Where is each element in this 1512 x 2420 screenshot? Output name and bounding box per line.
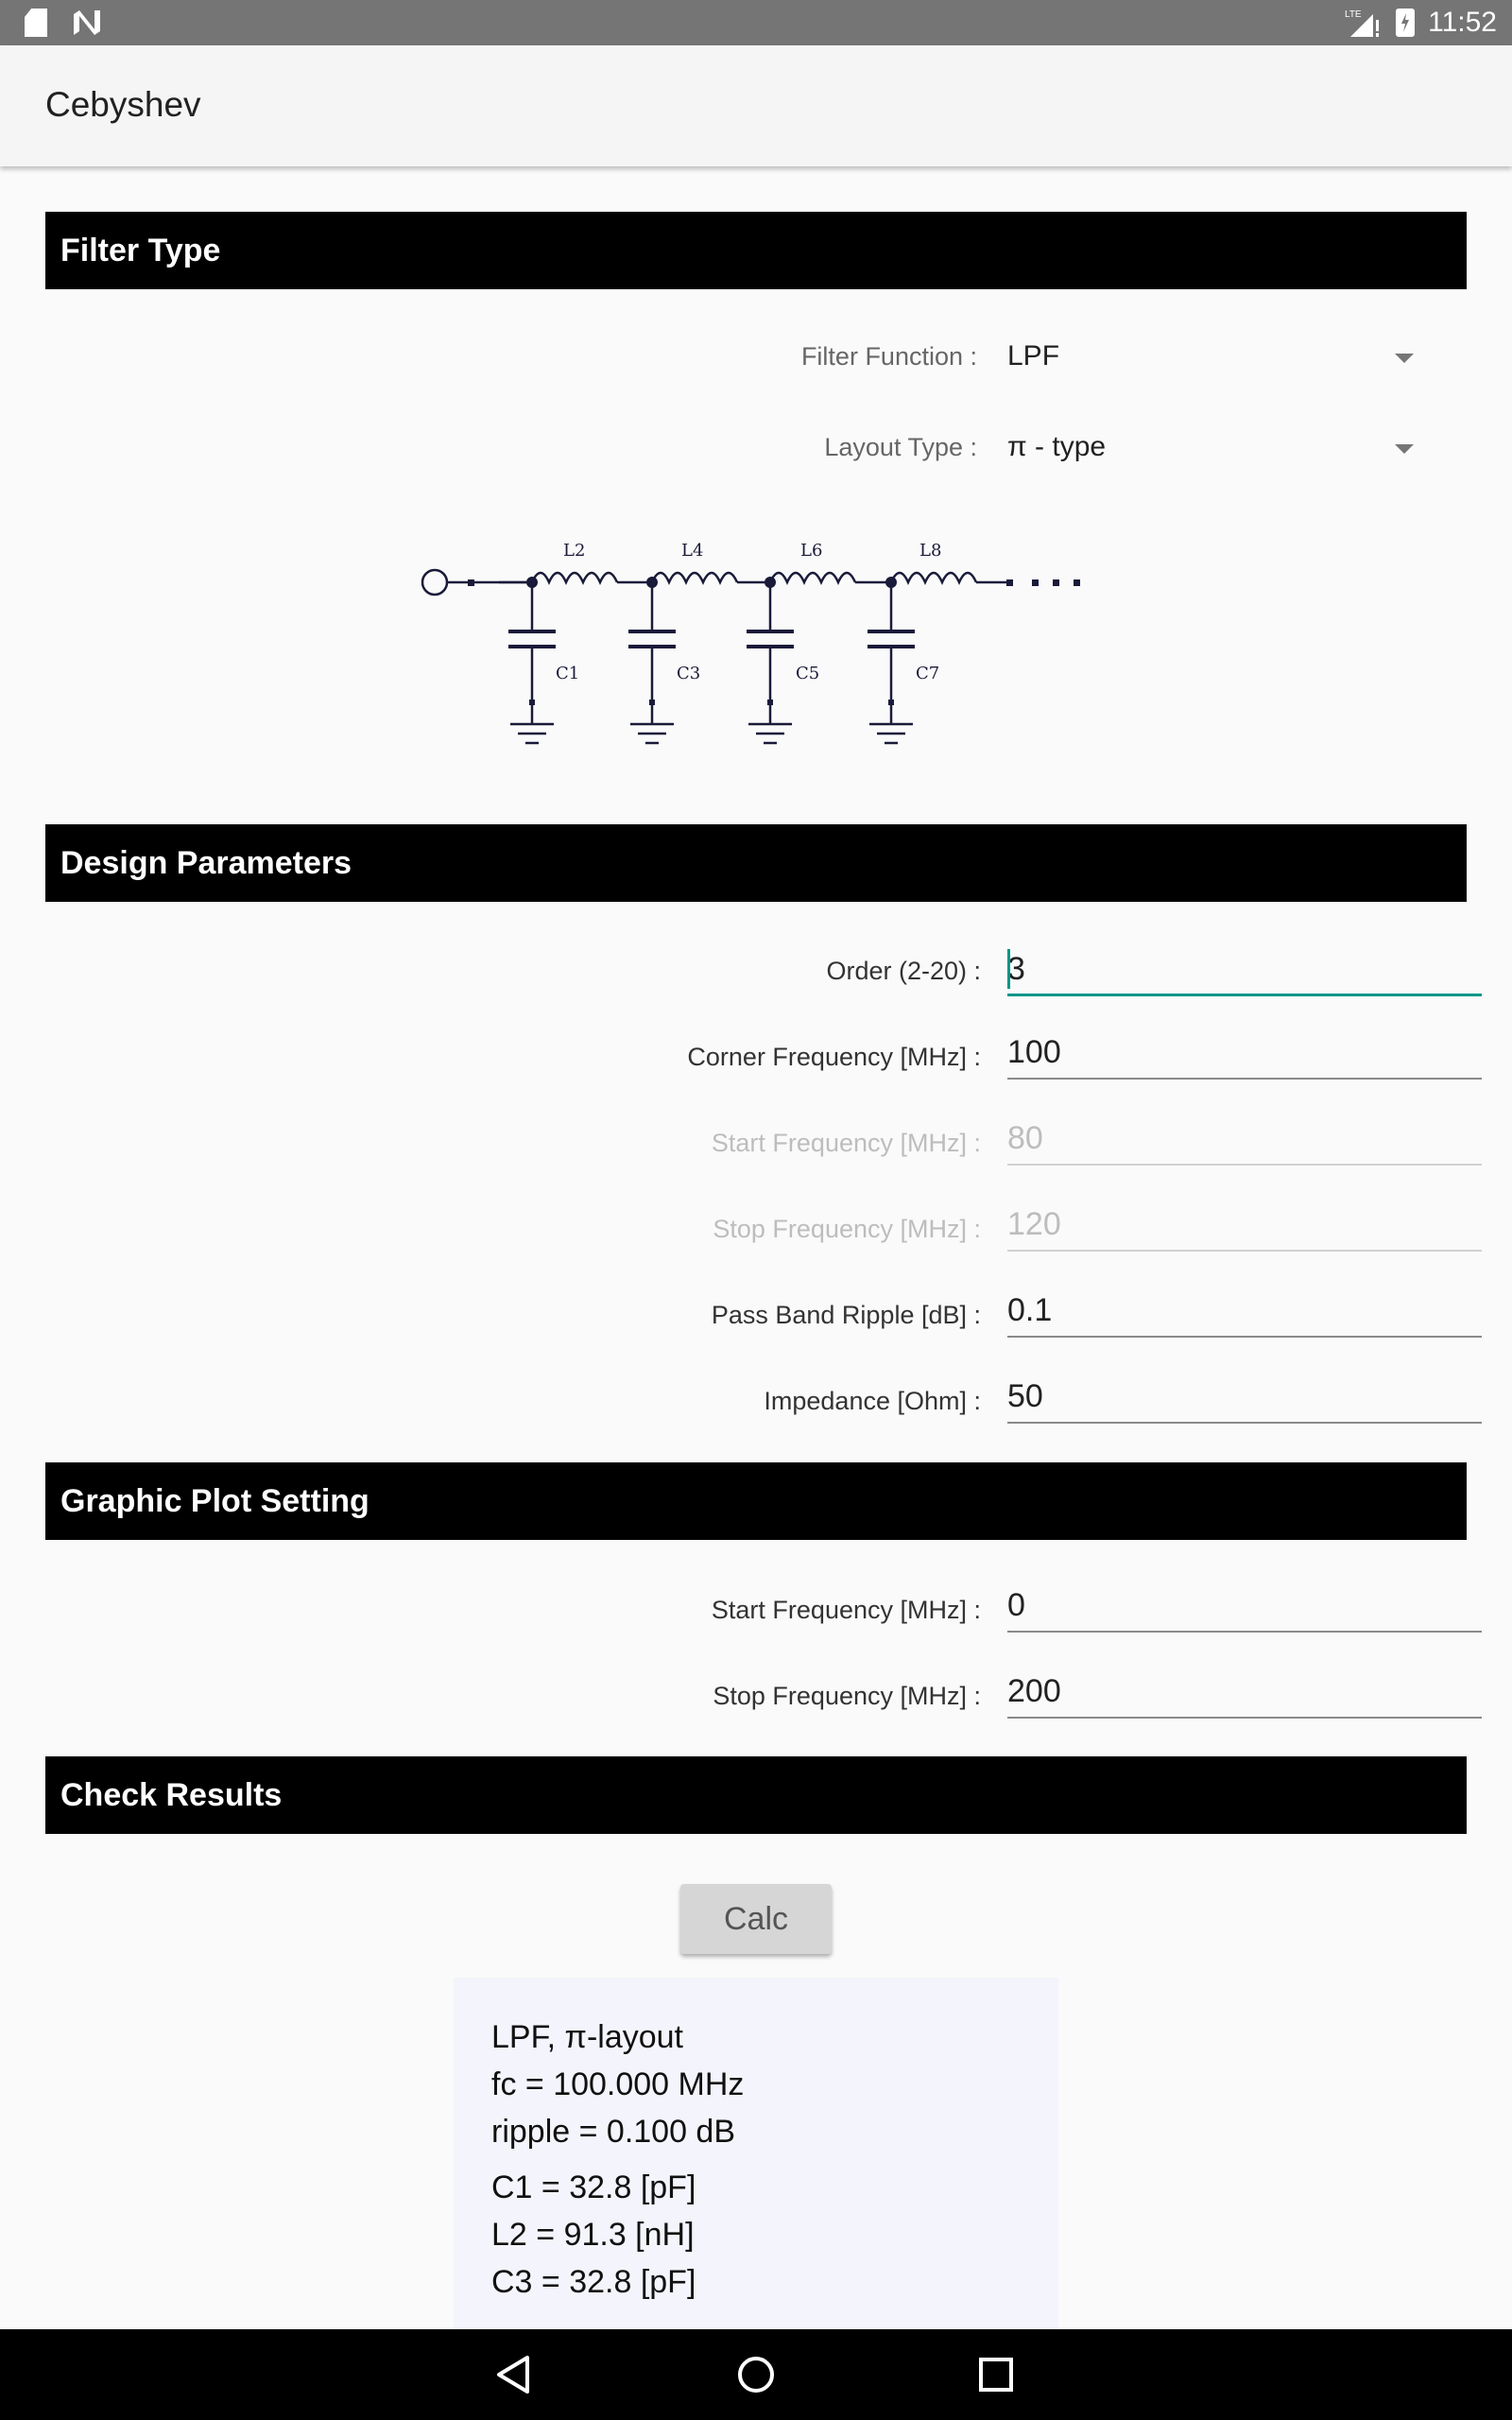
design-stop-frequency-label: Stop Frequency [MHz] :: [713, 1215, 981, 1243]
home-icon[interactable]: [733, 2352, 779, 2397]
filter-function-value: LPF: [1007, 340, 1060, 372]
inductor-label: L6: [800, 541, 822, 561]
corner-frequency-label: Corner Frequency [MHz] :: [687, 1043, 981, 1071]
section-graphic-plot-setting: Graphic Plot Setting: [45, 1462, 1467, 1540]
ripple-label: Pass Band Ripple [dB] :: [711, 1301, 981, 1329]
app-bar: Cebyshev: [0, 45, 1512, 166]
impedance-value: 50: [1007, 1378, 1043, 1414]
result-line: fc = 100.000 MHz: [491, 2066, 745, 2102]
input-port-icon: [421, 568, 449, 596]
result-line: L2 = 91.3 [nH]: [491, 2217, 695, 2253]
result-line: LPF, π-layout: [491, 2019, 683, 2055]
inductor-label: L8: [919, 541, 941, 561]
plot-start-frequency-input[interactable]: 0: [1007, 1578, 1482, 1633]
plot-stop-frequency-label: Stop Frequency [MHz] :: [713, 1682, 981, 1710]
inductor-label: L2: [563, 541, 585, 561]
plot-stop-frequency-input[interactable]: 200: [1007, 1664, 1482, 1719]
section-filter-type: Filter Type: [45, 212, 1467, 289]
section-title: Graphic Plot Setting: [60, 1483, 369, 1519]
plot-start-frequency-value: 0: [1007, 1587, 1025, 1623]
navigation-bar: [0, 2329, 1512, 2420]
inductor-l6-icon: [768, 571, 857, 586]
recents-icon[interactable]: [973, 2352, 1019, 2397]
ripple-input[interactable]: 0.1: [1007, 1283, 1482, 1338]
section-title: Filter Type: [60, 233, 221, 268]
layout-type-dropdown[interactable]: π - type: [1007, 420, 1442, 476]
capacitor-c3-icon: [628, 582, 676, 745]
svg-text:LTE: LTE: [1345, 9, 1362, 20]
capacitor-label: C3: [677, 664, 700, 683]
inductor-l4-icon: [650, 571, 739, 586]
inductor-label: L4: [681, 541, 703, 561]
plot-stop-frequency-value: 200: [1007, 1673, 1061, 1709]
dropdown-arrow-icon: [1395, 354, 1414, 363]
section-design-parameters: Design Parameters: [45, 824, 1467, 902]
design-start-frequency-value: 80: [1007, 1120, 1043, 1156]
back-icon[interactable]: [493, 2352, 539, 2397]
section-title: Check Results: [60, 1777, 283, 1813]
capacitor-label: C7: [916, 664, 939, 683]
section-check-results: Check Results: [45, 1756, 1467, 1834]
design-stop-frequency-value: 120: [1007, 1206, 1061, 1242]
design-start-frequency-label: Start Frequency [MHz] :: [711, 1129, 981, 1157]
capacitor-label: C5: [796, 664, 819, 683]
battery-icon: [1396, 9, 1416, 37]
design-stop-frequency-input: 120: [1007, 1197, 1482, 1252]
capacitor-c7-icon: [868, 582, 915, 745]
impedance-input[interactable]: 50: [1007, 1369, 1482, 1424]
capacitor-c1-icon: [508, 582, 556, 745]
result-line: C1 = 32.8 [pF]: [491, 2169, 696, 2205]
inductor-l2-icon: [530, 571, 619, 586]
design-start-frequency-input: 80: [1007, 1111, 1482, 1166]
impedance-label: Impedance [Ohm] :: [764, 1387, 981, 1415]
status-bar: LTE 11:52: [0, 0, 1512, 45]
text-cursor: [1007, 949, 1010, 989]
ripple-value: 0.1: [1007, 1292, 1053, 1328]
sd-card-icon: [25, 9, 47, 37]
results-panel: LPF, π-layout fc = 100.000 MHz ripple = …: [454, 1978, 1058, 2331]
signal-lte-icon: LTE: [1345, 9, 1380, 37]
filter-schematic-diagram: L2 L4 L6 L8 C1 C3 C5 C7: [421, 541, 1080, 745]
layout-type-value: π - type: [1007, 431, 1107, 462]
clock: 11:52: [1428, 7, 1497, 38]
dropdown-arrow-icon: [1395, 444, 1414, 454]
order-label: Order (2-20) :: [826, 957, 981, 985]
inductor-l8-icon: [889, 571, 978, 586]
result-line: ripple = 0.100 dB: [491, 2114, 736, 2150]
layout-type-label: Layout Type :: [824, 433, 977, 461]
corner-frequency-value: 100: [1007, 1034, 1061, 1070]
calc-button[interactable]: Calc: [680, 1884, 832, 1954]
app-title: Cebyshev: [45, 85, 201, 124]
corner-frequency-input[interactable]: 100: [1007, 1025, 1482, 1080]
plot-start-frequency-label: Start Frequency [MHz] :: [711, 1596, 981, 1624]
section-title: Design Parameters: [60, 845, 352, 881]
result-line: C3 = 32.8 [pF]: [491, 2264, 696, 2300]
notification-n-icon: [74, 10, 100, 35]
order-input[interactable]: 3: [1007, 942, 1482, 996]
capacitor-c5-icon: [747, 582, 794, 745]
capacitor-label: C1: [556, 664, 579, 683]
filter-function-label: Filter Function :: [800, 342, 977, 371]
filter-function-dropdown[interactable]: LPF: [1007, 329, 1442, 386]
